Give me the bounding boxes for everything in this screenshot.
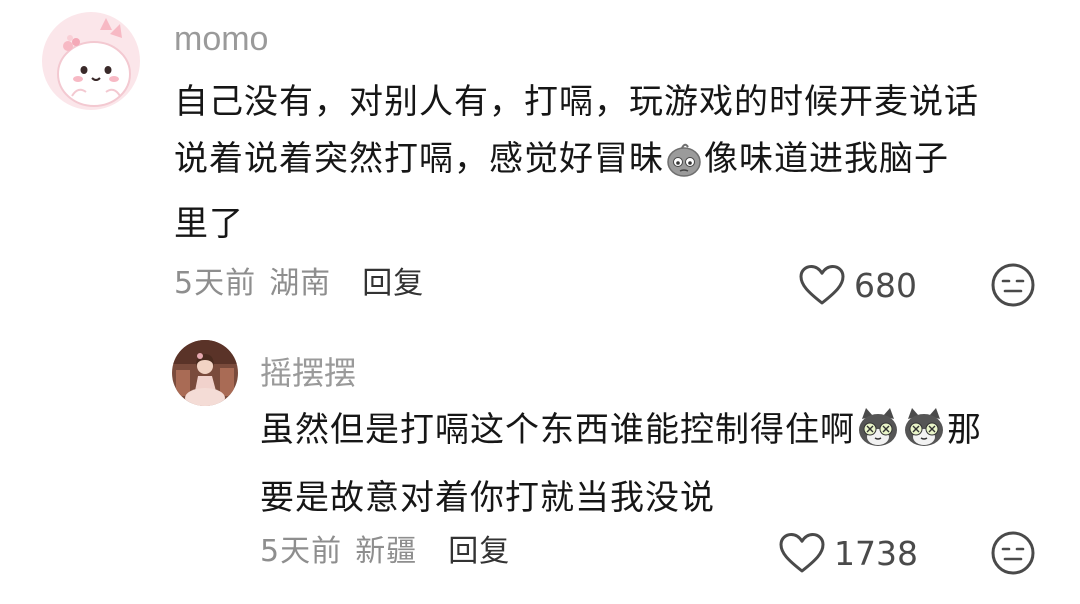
dizzy-cat-emoji <box>902 405 946 468</box>
neutral-face-icon <box>991 531 1035 575</box>
avatar[interactable] <box>42 12 140 110</box>
comment-line: 里了 <box>174 204 244 244</box>
embarrassed-gray-face-emoji <box>665 139 703 196</box>
comment-time: 5天前 <box>174 266 257 301</box>
neutral-face-icon <box>991 263 1035 307</box>
comment-segment: 说着说着突然打嗝，感觉好冒昧 <box>174 139 664 179</box>
heart-outline-icon <box>779 533 825 573</box>
heart-outline-icon <box>799 265 845 305</box>
comment-segment: 像味道进我脑子 <box>704 139 949 179</box>
comment-segment: 虽然但是打嗝这个东西谁能控制得住啊 <box>260 410 855 450</box>
like-button[interactable]: 1738 <box>778 530 918 576</box>
comment-line: 虽然但是打嗝这个东西谁能控制得住啊 那 <box>260 400 1060 468</box>
dizzy-cat-emoji <box>856 405 900 468</box>
username[interactable]: 摇摆摆 <box>260 348 356 394</box>
like-count: 680 <box>854 265 917 305</box>
comment-time: 5天前 <box>260 534 343 569</box>
reply-button[interactable]: 回复 <box>448 534 510 569</box>
reply-button[interactable]: 回复 <box>362 266 424 301</box>
comment-text: 自己没有，对别人有，打嗝，玩游戏的时候开麦说话 说着说着突然打嗝，感觉好冒昧 像… <box>174 74 1054 253</box>
like-count: 1738 <box>834 533 918 573</box>
comment-text: 虽然但是打嗝这个东西谁能控制得住啊 那 要是故意对着你打就当我没说 <box>260 400 1060 528</box>
comment-line: 说着说着突然打嗝，感觉好冒昧 像味道进我脑子 <box>174 131 1054 196</box>
comment-location: 新疆 <box>355 534 418 569</box>
username[interactable]: momo <box>174 20 268 59</box>
comment-meta: 5天前 新疆 回复 <box>260 530 510 574</box>
comment-segment: 那 <box>947 410 982 450</box>
like-button[interactable]: 680 <box>798 262 917 308</box>
comment-location: 湖南 <box>269 266 332 301</box>
comment-line: 自己没有，对别人有，打嗝，玩游戏的时候开麦说话 <box>174 82 979 122</box>
avatar[interactable] <box>172 340 238 406</box>
comment-line: 要是故意对着你打就当我没说 <box>260 478 715 518</box>
dislike-button[interactable] <box>990 530 1036 576</box>
dislike-button[interactable] <box>990 262 1036 308</box>
comment-meta: 5天前 湖南 回复 <box>174 262 424 306</box>
